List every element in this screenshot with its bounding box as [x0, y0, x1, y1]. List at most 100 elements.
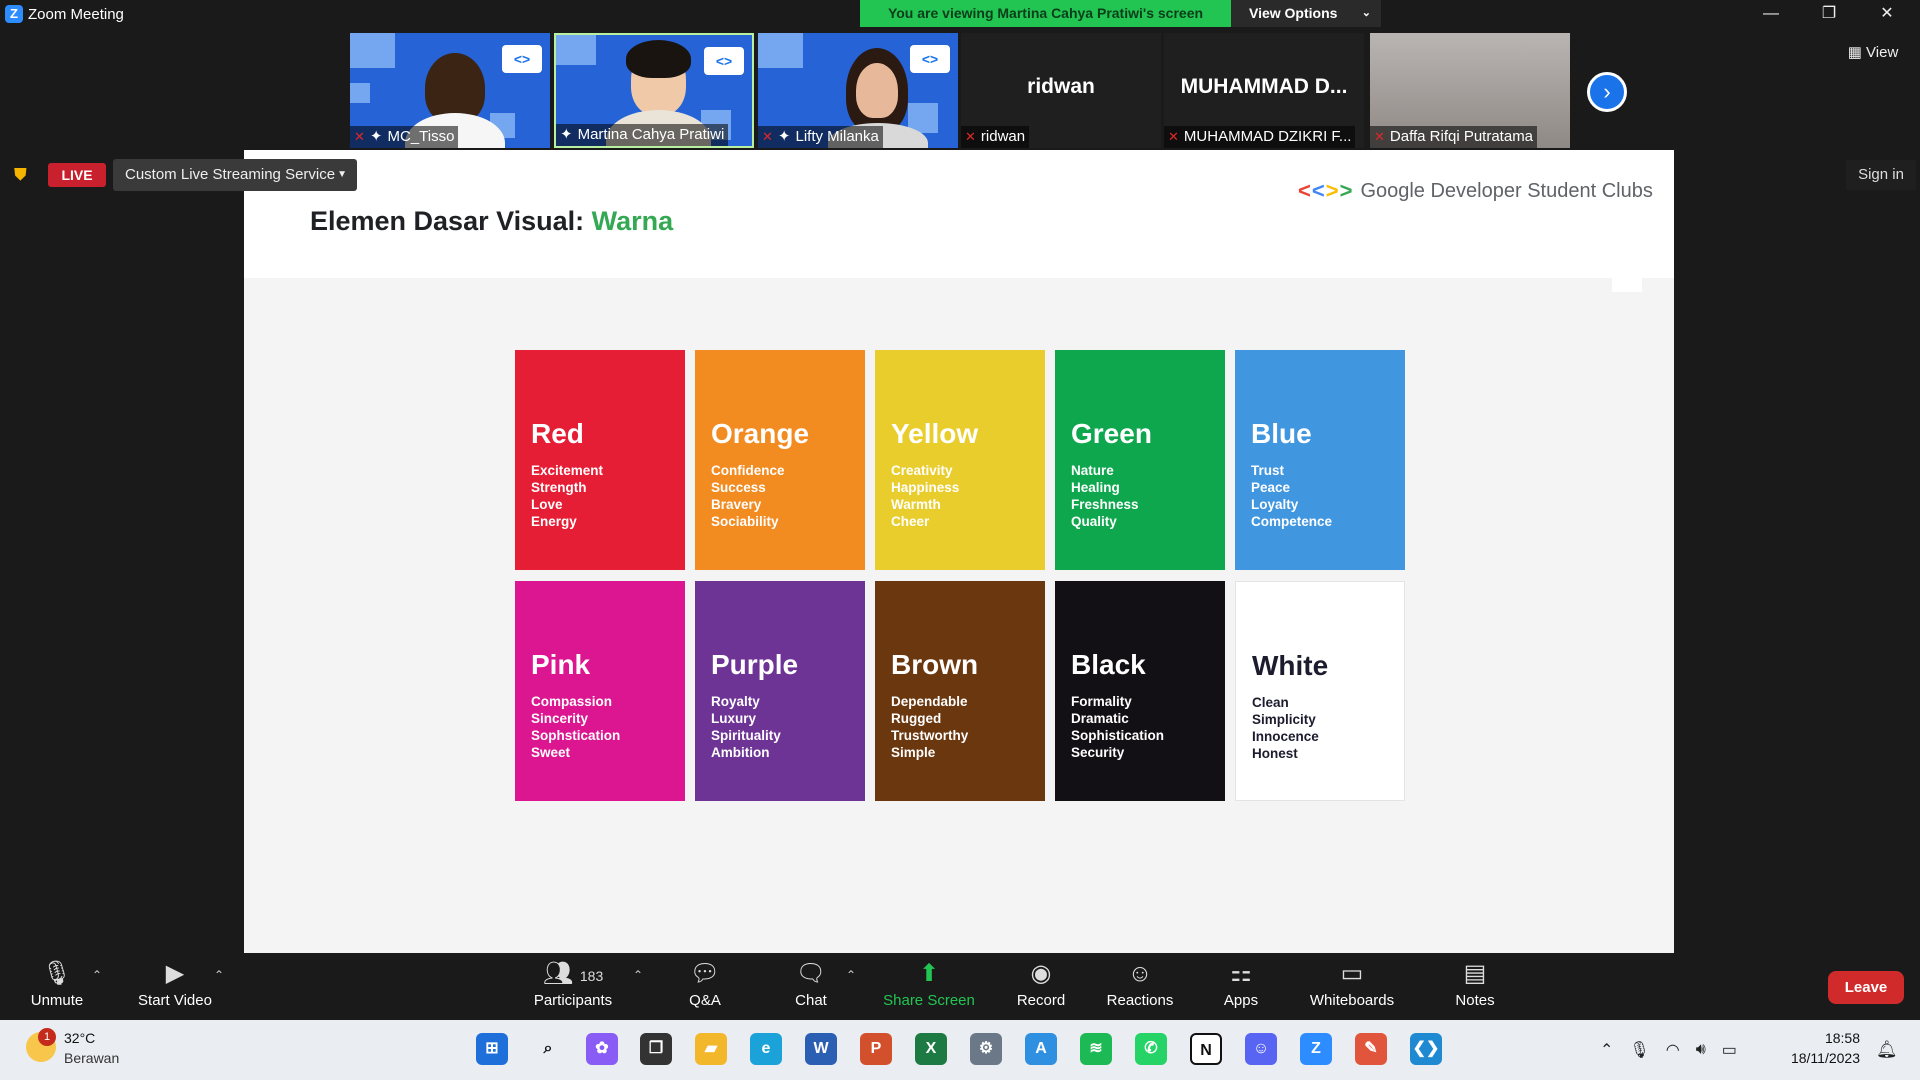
caret-down-icon: ▼ [337, 169, 347, 180]
apps-button[interactable]: ⚏ Apps [1222, 958, 1260, 1009]
color-trait: Energy [531, 514, 577, 529]
share-screen-button[interactable]: ⬆︎ Share Screen [882, 958, 976, 1009]
video-off-icon: ▶︎ [165, 960, 185, 987]
view-options-button[interactable]: View Options ⌄ [1231, 0, 1381, 27]
notification-bell-icon[interactable]: 🔔︎ [1876, 1040, 1898, 1060]
color-trait: Loyalty [1251, 497, 1299, 512]
weather-temperature[interactable]: 32°C [64, 1030, 95, 1046]
decoration [1646, 262, 1662, 278]
microphone-icon[interactable]: 🎙︎ [1629, 1040, 1649, 1060]
participant-tile[interactable]: MUHAMMAD D... ✕ MUHAMMAD DZIKRI F... [1164, 33, 1364, 148]
live-stream-service-select[interactable]: Custom Live Streaming Service ▼ [113, 159, 357, 191]
color-name: Purple [711, 649, 799, 680]
copilot-icon[interactable]: ✿ [586, 1033, 618, 1065]
word-icon[interactable]: W [805, 1033, 837, 1065]
start-video-button[interactable]: ▶︎ Start Video [130, 958, 220, 1009]
clock-time[interactable]: 18:58 [1800, 1030, 1860, 1046]
participants-caret[interactable]: ⌃ [633, 968, 643, 982]
decoration [1612, 260, 1642, 292]
wifi-icon[interactable]: ◠ [1666, 1040, 1680, 1060]
qa-button[interactable]: 💬︎ Q&A [685, 958, 725, 1009]
chat-icon: 🗨︎ [795, 960, 827, 987]
color-trait: Security [1071, 745, 1125, 760]
color-trait: Trust [1251, 463, 1285, 478]
volume-icon[interactable]: 🔊︎ [1696, 1041, 1706, 1059]
color-trait: Sophstication [531, 728, 621, 743]
participants-count: 183 [579, 968, 604, 984]
participant-tile-active[interactable]: <> ✦ Martina Cahya Pratiwi [554, 33, 754, 148]
clock-date[interactable]: 18/11/2023 [1770, 1050, 1860, 1066]
record-button[interactable]: ◉ Record [1014, 958, 1068, 1009]
close-button[interactable]: ✕ [1859, 0, 1915, 29]
next-participants-button[interactable]: › [1587, 72, 1627, 112]
apps-icon: ⚏ [1230, 960, 1252, 987]
powerpoint-icon[interactable]: P [860, 1033, 892, 1065]
participants-button[interactable]: 👥︎ 183 Participants [527, 958, 619, 1009]
color-trait: Confidence [711, 463, 785, 478]
sign-in-button[interactable]: Sign in [1846, 160, 1916, 190]
participant-tile[interactable]: <> ✕ ✦ MC_Tisso [350, 33, 550, 148]
chat-button[interactable]: 🗨︎ Chat [791, 958, 831, 1009]
zoom-icon[interactable]: Z [1300, 1033, 1332, 1065]
task-view-icon[interactable]: ❐ [640, 1033, 672, 1065]
paint-icon[interactable]: ✎ [1355, 1033, 1387, 1065]
color-card-green: Green Nature Healing Freshness Quality [1055, 350, 1225, 570]
restore-button[interactable]: ❐ [1801, 0, 1857, 29]
color-trait: Simplicity [1252, 712, 1316, 727]
weather-description[interactable]: Berawan [64, 1050, 119, 1066]
window-title: Zoom Meeting [28, 6, 124, 23]
color-trait: Clean [1252, 695, 1289, 710]
notion-icon[interactable]: N [1190, 1033, 1222, 1065]
shield-icon[interactable]: ⛊ [14, 165, 32, 184]
color-trait: Creativity [891, 463, 953, 478]
chat-label: Chat [795, 992, 827, 1009]
vscode-icon[interactable]: ❮❯ [1410, 1033, 1442, 1065]
whiteboards-label: Whiteboards [1309, 992, 1395, 1009]
affinity-icon[interactable]: A [1025, 1033, 1057, 1065]
edge-icon[interactable]: e [750, 1033, 782, 1065]
participant-tile[interactable]: <> ✕ ✦ Lifty Milanka [758, 33, 958, 148]
participant-name: MC_Tisso [387, 128, 455, 145]
color-trait: Spirituality [711, 728, 781, 743]
participant-tile[interactable]: ridwan ✕ ridwan [961, 33, 1161, 148]
whatsapp-icon[interactable]: ✆ [1135, 1033, 1167, 1065]
mic-muted-icon: ✕ [762, 129, 773, 144]
color-name: Red [531, 418, 584, 449]
color-name: Brown [891, 649, 979, 680]
unmute-button[interactable]: 🎙︎ Unmute [22, 958, 92, 1009]
search-icon[interactable]: ⌕ [532, 1033, 564, 1065]
minimize-button[interactable]: — [1743, 0, 1799, 29]
color-trait: Sincerity [531, 711, 589, 726]
color-trait: Healing [1071, 480, 1120, 495]
spotify-icon[interactable]: ≋ [1080, 1033, 1112, 1065]
excel-icon[interactable]: X [915, 1033, 947, 1065]
color-name: Orange [711, 418, 810, 449]
pin-icon: ✦ [777, 128, 791, 145]
whiteboards-button[interactable]: ▭ Whiteboards [1306, 958, 1398, 1009]
chevron-up-icon[interactable]: ⌃ [1600, 1040, 1613, 1060]
view-layout-button[interactable]: ▦ View [1838, 38, 1908, 68]
file-explorer-icon[interactable]: ▰ [695, 1033, 727, 1065]
leave-button[interactable]: Leave [1828, 971, 1904, 1004]
audio-options-caret[interactable]: ⌃ [92, 968, 102, 982]
live-badge[interactable]: LIVE [48, 163, 106, 187]
start-icon[interactable]: ⊞ [476, 1033, 508, 1065]
participant-name: Daffa Rifqi Putratama [1389, 128, 1534, 145]
participant-tile[interactable]: ✕ Daffa Rifqi Putratama [1370, 33, 1570, 148]
chat-caret[interactable]: ⌃ [846, 968, 856, 982]
notes-button[interactable]: ▤ Notes [1453, 958, 1497, 1009]
slide-title-accent: Warna [591, 206, 674, 236]
settings-icon[interactable]: ⚙ [970, 1033, 1002, 1065]
pin-icon: ✦ [560, 126, 573, 143]
color-trait: Dependable [891, 694, 968, 709]
reactions-label: Reactions [1106, 992, 1174, 1009]
battery-icon[interactable]: ▭ [1722, 1040, 1737, 1060]
gdsc-logo-icon: <> [910, 45, 950, 73]
discord-icon[interactable]: ☺ [1245, 1033, 1277, 1065]
color-trait: Sophistication [1071, 728, 1165, 743]
reactions-button[interactable]: ☺ Reactions [1105, 958, 1175, 1009]
qa-label: Q&A [689, 992, 721, 1009]
color-card-orange: Orange Confidence Success Bravery Sociabilit… [695, 350, 865, 570]
color-trait: Compassion [531, 694, 613, 709]
video-options-caret[interactable]: ⌃ [214, 968, 224, 982]
